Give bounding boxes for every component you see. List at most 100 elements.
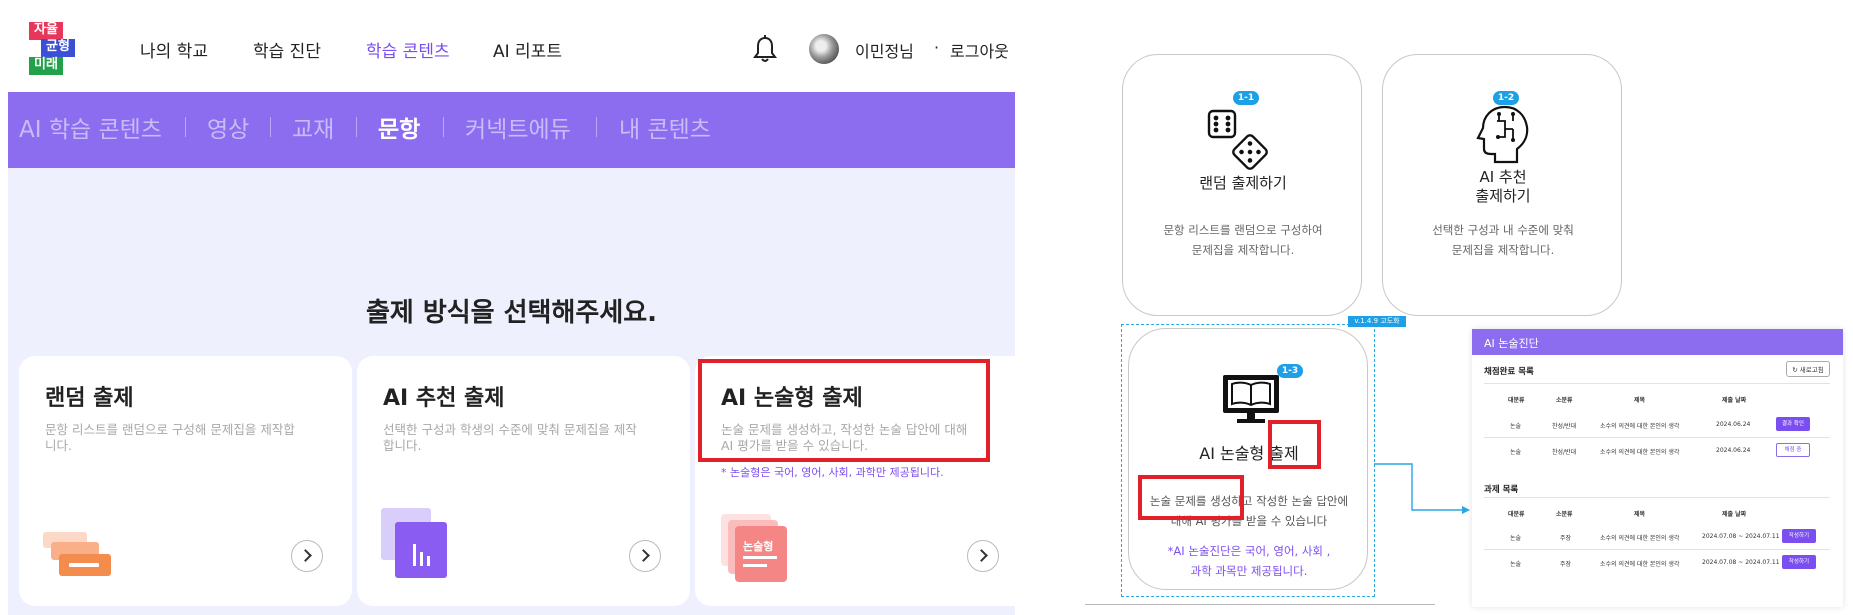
card-title-line: 출제하기: [1475, 187, 1531, 205]
table-divider: [1484, 497, 1830, 498]
col-header: 소분류: [1556, 511, 1573, 518]
table-divider: [1484, 549, 1830, 550]
left-screenshot: 자율 균형 미래 나의 학교 학습 진단 학습 콘텐츠 AI 리포트 이민정님 …: [0, 0, 1028, 615]
col-header: 제출 날짜: [1722, 511, 1747, 518]
avatar[interactable]: [809, 34, 839, 64]
school-logo[interactable]: 자율 균형 미래: [29, 22, 77, 76]
cell-category: 논술: [1510, 423, 1522, 430]
card-description-line: 문제집을 제작합니다.: [1191, 243, 1295, 257]
highlight-box: [1268, 420, 1321, 469]
monitor-book-icon: [1223, 375, 1279, 423]
cell-date: 2024.07.08 ~ 2024.07.11: [1702, 559, 1780, 566]
subnav-divider: [596, 117, 597, 137]
preview-title: AI 논술진단: [1484, 337, 1539, 350]
stacked-cards-icon: [43, 532, 111, 576]
cell-date: 2024.06.24: [1716, 447, 1751, 454]
col-header: 대분류: [1508, 511, 1525, 518]
refresh-button[interactable]: ↻ 새로고침: [1786, 361, 1830, 377]
card-title: 랜덤 출제: [45, 386, 134, 411]
col-header: 소분류: [1556, 397, 1573, 404]
write-button[interactable]: 작성하기: [1782, 529, 1816, 543]
chevron-right-icon[interactable]: [967, 540, 999, 572]
subnav-questions[interactable]: 문항: [378, 110, 420, 144]
cell-category: 논술: [1510, 561, 1522, 568]
refresh-label: 새로고침: [1799, 366, 1824, 374]
nav-learning-diagnosis[interactable]: 학습 진단: [253, 37, 321, 62]
card-description: 문항 리스트를 랜덤으로 구성해 문제집을 제작합니다.: [45, 422, 295, 453]
grading-status-button[interactable]: 채점 중: [1776, 443, 1810, 457]
col-header: 대분류: [1508, 397, 1525, 404]
cell-title: 소수의 의견에 대한 본인의 생각: [1600, 535, 1680, 542]
nav-my-school[interactable]: 나의 학교: [140, 37, 208, 62]
ai-essay-exam-card[interactable]: 1-3 AI 논술형 출제 논술 문제를 생성하고 작성한 논술 답안에 대해 …: [1128, 328, 1368, 590]
subnav-divider: [356, 117, 357, 137]
nav-learning-contents[interactable]: 학습 콘텐츠: [366, 37, 450, 62]
highlight-box: [1138, 475, 1244, 520]
card-description-line: 문제집을 제작합니다.: [1451, 243, 1555, 257]
table-divider: [1484, 437, 1830, 438]
cell-subcategory: 주장: [1560, 535, 1572, 542]
cell-subcategory: 찬성/반대: [1552, 449, 1577, 456]
card-title: 랜덤 출제하기: [1199, 174, 1287, 192]
col-header: 제목: [1634, 397, 1646, 404]
user-separator: ·: [934, 38, 940, 57]
dice-icon: [1207, 109, 1268, 170]
nav-ai-report[interactable]: AI 리포트: [493, 37, 562, 62]
logo-word-2: 균형: [41, 39, 75, 57]
bell-icon[interactable]: [752, 34, 778, 64]
user-name: 이민정님: [855, 42, 914, 61]
cell-subcategory: 찬성/반대: [1552, 423, 1577, 430]
essay-diagnosis-preview: AI 논술진단 채점완료 목록 ↻ 새로고침 대분류 소분류 제목 제출 날짜 …: [1472, 329, 1843, 607]
card-description: 선택한 구성과 학생의 수준에 맞춰 문제집을 제작합니다.: [383, 422, 637, 453]
card-note: * 논술형은 국어, 영어, 사회, 과학만 제공됩니다.: [721, 466, 944, 479]
result-check-button[interactable]: 결과 확인: [1776, 417, 1810, 431]
highlight-box: [698, 359, 990, 462]
subnav-connect-edu[interactable]: 커넥트에듀: [465, 110, 571, 144]
subnav-textbook[interactable]: 교재: [292, 110, 334, 144]
col-header: 제목: [1634, 511, 1646, 518]
cell-date: 2024.07.08 ~ 2024.07.11: [1702, 533, 1780, 540]
cell-title: 소수의 의견에 대한 본인의 생각: [1600, 423, 1680, 430]
essay-document-icon: 논술형: [721, 514, 793, 582]
subnav-divider: [443, 117, 444, 137]
subnav-video[interactable]: 영상: [207, 110, 249, 144]
subnav-ai-contents[interactable]: AI 학습 콘텐츠: [19, 110, 162, 144]
cell-category: 논술: [1510, 535, 1522, 542]
assignments-section-title: 과제 목록: [1484, 485, 1519, 495]
card-note-line: 과학 과목만 제공됩니다.: [1190, 564, 1308, 578]
card-note-line: *AI 논술진단은 국어, 영어, 사회 ,: [1167, 544, 1331, 558]
chevron-right-icon[interactable]: [629, 540, 661, 572]
bar-chart-icon: [381, 508, 447, 578]
cell-date: 2024.06.24: [1716, 421, 1751, 428]
cell-subcategory: 주장: [1560, 561, 1572, 568]
table-divider: [1484, 383, 1830, 384]
ai-recommend-card[interactable]: AI 추천 출제 선택한 구성과 학생의 수준에 맞춰 문제집을 제작합니다.: [357, 356, 690, 606]
logout-link[interactable]: 로그아웃: [950, 38, 1009, 62]
random-question-card[interactable]: 랜덤 출제 문항 리스트를 랜덤으로 구성해 문제집을 제작합니다.: [19, 356, 352, 606]
subnav-divider: [270, 117, 271, 137]
version-tag: v.1.4.9 고도화: [1348, 316, 1406, 327]
ai-head-icon: [1476, 105, 1529, 164]
page-heading: 출제 방식을 선택해주세요.: [365, 298, 658, 328]
step-badge: 1-1: [1233, 91, 1259, 105]
cell-category: 논술: [1510, 449, 1522, 456]
preview-header: AI 논술진단: [1472, 329, 1843, 355]
logo-word-3: 미래: [29, 57, 63, 75]
essay-icon-label: 논술형: [743, 540, 774, 553]
subnav-divider: [185, 117, 186, 137]
refresh-icon: ↻: [1792, 366, 1800, 374]
write-button[interactable]: 작성하기: [1782, 555, 1816, 569]
card-description-line: 문항 리스트를 랜덤으로 구성하여: [1163, 223, 1323, 237]
cell-title: 소수의 의견에 대한 본인의 생각: [1600, 449, 1680, 456]
arrow-connector-icon: [1374, 463, 1470, 514]
subnav-my-contents[interactable]: 내 콘텐츠: [619, 110, 711, 144]
ai-recommend-exam-card[interactable]: 1-2 AI 추천 출제하기 선택한 구성과 내 수준에 맞춰 문제집을 제작합…: [1382, 54, 1622, 316]
card-title-line: AI 추천: [1479, 168, 1527, 186]
cell-title: 소수의 의견에 대한 본인의 생각: [1600, 561, 1680, 568]
divider-line: [1085, 604, 1435, 605]
card-description-line: 선택한 구성과 내 수준에 맞춰: [1432, 223, 1574, 237]
chevron-right-icon[interactable]: [291, 540, 323, 572]
card-title: AI 추천 출제: [383, 386, 505, 411]
random-exam-card[interactable]: 1-1 랜덤 출제하기 문항 리스트를 랜덤으로 구성하여 문제집을 제작합니다…: [1122, 54, 1362, 316]
logo-word-1: 자율: [29, 22, 63, 40]
